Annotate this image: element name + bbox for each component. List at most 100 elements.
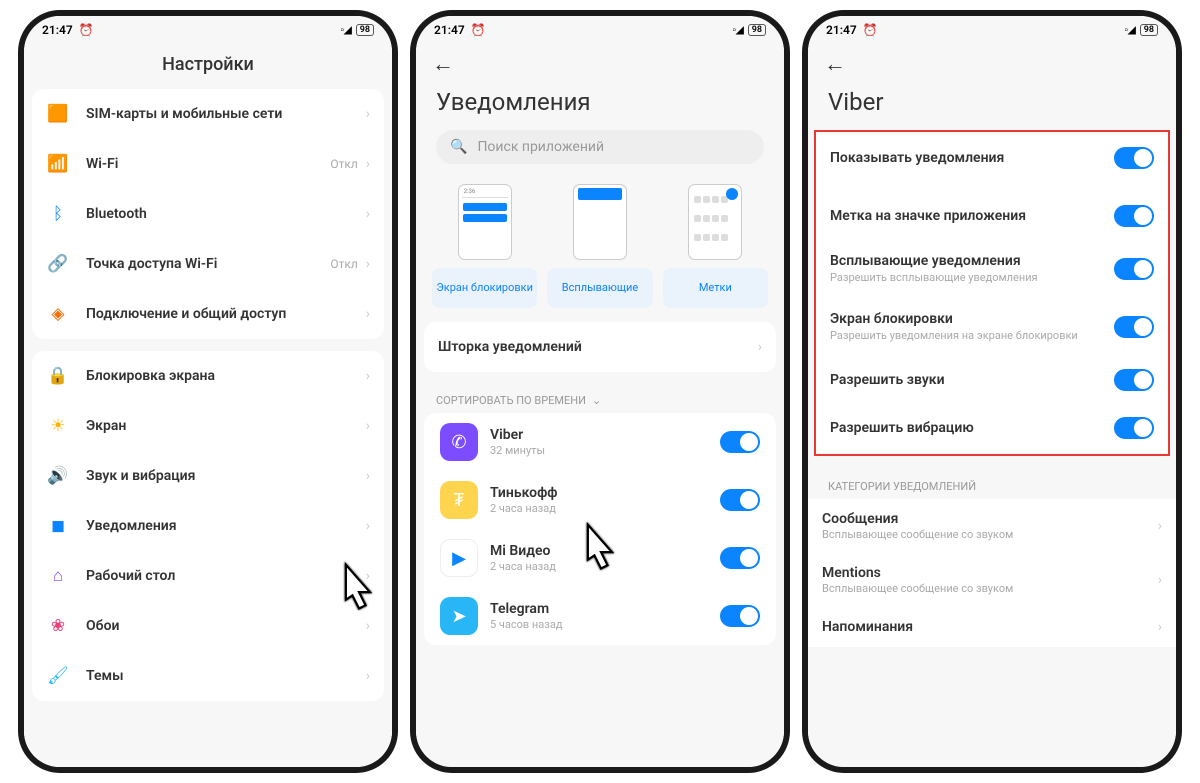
settings-row[interactable]: 🟧SIM-карты и мобильные сети› [32, 89, 384, 139]
app-name: Mi Видео [490, 543, 720, 559]
setting-title: Разрешить вибрацию [830, 420, 1104, 436]
row-icon: 🔒 [46, 364, 70, 388]
setting-text: Разрешить вибрацию [830, 420, 1114, 436]
chevron-right-icon: › [366, 568, 370, 584]
toggle-switch[interactable] [1114, 369, 1154, 391]
preview-label: Экран блокировки [432, 268, 537, 308]
settings-row[interactable]: ⌂Рабочий стол› [32, 551, 384, 601]
app-row[interactable]: ₮ Тинькофф2 часа назад [424, 471, 776, 529]
category-title: Сообщения [822, 511, 1158, 527]
row-label: Шторка уведомлений [438, 339, 758, 355]
app-name: Тинькофф [490, 485, 720, 501]
row-icon: ◼ [46, 514, 70, 538]
app-text: Viber32 минуты [490, 427, 720, 457]
settings-row[interactable]: ᛒBluetooth› [32, 189, 384, 239]
row-label: Экран [86, 418, 366, 434]
alarm-icon: ⏰ [471, 23, 486, 37]
category-text: Напоминания [822, 619, 1158, 635]
settings-row[interactable]: 🔗Точка доступа Wi-FiОткл› [32, 239, 384, 289]
toggle-switch[interactable] [720, 489, 760, 511]
row-icon: ☀ [46, 414, 70, 438]
chevron-right-icon: › [1158, 518, 1162, 534]
setting-title: Разрешить звуки [830, 372, 1104, 388]
app-row[interactable]: ▶Mi Видео2 часа назад [424, 529, 776, 587]
notification-setting-row[interactable]: Разрешить вибрацию [816, 404, 1168, 452]
settings-row[interactable]: ◼Уведомления› [32, 501, 384, 551]
categories-list: СообщенияВсплывающее сообщение со звуком… [808, 499, 1176, 647]
setting-text: Всплывающие уведомленияРазрешить всплыва… [830, 253, 1114, 285]
notification-preview-row: 2:36Экран блокировкиВсплывающиеМетки [416, 180, 784, 308]
alarm-icon: ⏰ [863, 23, 878, 37]
app-row[interactable]: ➤Telegram5 часов назад [424, 587, 776, 645]
row-icon: ᛒ [46, 202, 70, 226]
row-icon: 📶 [46, 152, 70, 176]
app-subtitle: 2 часа назад [490, 502, 720, 515]
sort-label[interactable]: СОРТИРОВАТЬ ПО ВРЕМЕНИ ⌄ [416, 384, 784, 413]
status-time: 21:47 [434, 23, 465, 37]
row-label: Bluetooth [86, 206, 366, 222]
toggle-switch[interactable] [1114, 258, 1154, 280]
category-title: Mentions [822, 565, 1158, 581]
back-button[interactable]: ← [432, 51, 454, 77]
phone-1: 21:47 ⏰ ▫◢ 98 Настройки 🟧SIM-карты и моб… [18, 10, 398, 773]
app-text: Telegram5 часов назад [490, 601, 720, 631]
settings-group: 🔒Блокировка экрана›☀Экран›🔊Звук и вибрац… [32, 351, 384, 701]
settings-row[interactable]: 🖌Темы› [32, 651, 384, 701]
row-icon: ❀ [46, 614, 70, 638]
chevron-right-icon: › [366, 518, 370, 534]
back-button[interactable]: ← [824, 51, 846, 77]
toggle-switch[interactable] [720, 605, 760, 627]
settings-list[interactable]: 🟧SIM-карты и мобильные сети›📶Wi-FiОткл›ᛒ… [24, 89, 392, 767]
preview-option[interactable]: Всплывающие [547, 184, 652, 308]
category-row[interactable]: Напоминания› [808, 607, 1176, 647]
toggle-switch[interactable] [720, 431, 760, 453]
category-subtitle: Всплывающее сообщение со звуком [822, 528, 1158, 541]
category-text: СообщенияВсплывающее сообщение со звуком [822, 511, 1158, 541]
chevron-right-icon: › [366, 418, 370, 434]
app-icon: ₮ [440, 481, 478, 519]
row-label: Wi-Fi [86, 156, 330, 172]
preview-option[interactable]: 2:36Экран блокировки [432, 184, 537, 308]
settings-row[interactable]: ❀Обои› [32, 601, 384, 651]
chevron-right-icon: › [366, 368, 370, 384]
toggle-switch[interactable] [720, 547, 760, 569]
category-subtitle: Всплывающее сообщение со звуком [822, 582, 1158, 595]
notification-setting-row[interactable]: Метка на значке приложения [816, 192, 1168, 240]
toggle-switch[interactable] [1114, 205, 1154, 227]
screen-viber: 21:47 ⏰ ▫◢ 98 ← Viber Показывать уведомл… [808, 16, 1176, 767]
status-time: 21:47 [42, 23, 73, 37]
toggle-switch[interactable] [1114, 147, 1154, 169]
app-row[interactable]: ✆Viber32 минуты [424, 413, 776, 471]
notification-setting-row[interactable]: Показывать уведомления [816, 134, 1168, 182]
chevron-right-icon: › [1158, 572, 1162, 588]
chevron-right-icon: › [366, 306, 370, 322]
battery-indicator: 98 [1140, 24, 1158, 36]
category-row[interactable]: MentionsВсплывающее сообщение со звуком› [808, 553, 1176, 607]
screen-notifications: 21:47 ⏰ ▫◢ 98 ← Уведомления 🔍 Поиск прил… [416, 16, 784, 767]
settings-row[interactable]: ☀ Экран› [32, 401, 384, 451]
notification-setting-row[interactable]: Всплывающие уведомленияРазрешить всплыва… [816, 240, 1168, 298]
app-text: Тинькофф2 часа назад [490, 485, 720, 515]
preview-option[interactable]: Метки [663, 184, 768, 308]
notification-setting-row[interactable]: Разрешить звуки [816, 356, 1168, 404]
categories-label: КАТЕГОРИИ УВЕДОМЛЕНИЙ [808, 456, 1176, 499]
settings-row[interactable]: 🔒Блокировка экрана› [32, 351, 384, 401]
row-icon: ⌂ [46, 564, 70, 588]
app-icon: ▶ [440, 539, 478, 577]
notification-setting-row[interactable]: Экран блокировкиРазрешить уведомления на… [816, 298, 1168, 356]
row-icon: 🔊 [46, 464, 70, 488]
search-input[interactable]: 🔍 Поиск приложений [436, 130, 764, 164]
row-label: Подключение и общий доступ [86, 306, 366, 322]
settings-row[interactable]: 🔊Звук и вибрация› [32, 451, 384, 501]
page-title: Viber [808, 84, 1176, 130]
toggle-switch[interactable] [1114, 417, 1154, 439]
row-label: Обои [86, 618, 366, 634]
app-name: Viber [490, 427, 720, 443]
settings-row[interactable]: ◈Подключение и общий доступ› [32, 289, 384, 339]
notification-shade-row[interactable]: Шторка уведомлений › [424, 322, 776, 372]
category-row[interactable]: СообщенияВсплывающее сообщение со звуком… [808, 499, 1176, 553]
toggle-switch[interactable] [1114, 316, 1154, 338]
row-label: Темы [86, 668, 366, 684]
settings-row[interactable]: 📶Wi-FiОткл› [32, 139, 384, 189]
chevron-right-icon: › [366, 106, 370, 122]
